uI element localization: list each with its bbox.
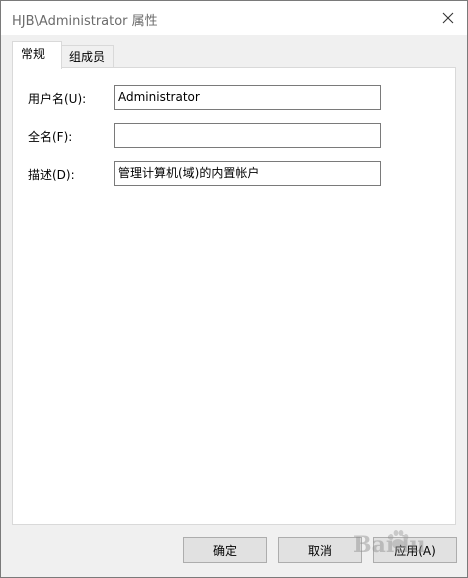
description-row: 描述(D):: [13, 161, 455, 187]
fullname-row: 全名(F):: [13, 123, 455, 149]
description-field[interactable]: [114, 161, 381, 186]
window-title: HJB\Administrator 属性: [12, 14, 158, 29]
apply-button[interactable]: 应用(A): [373, 537, 457, 563]
cancel-button[interactable]: 取消: [278, 537, 362, 563]
title-bar[interactable]: HJB\Administrator 属性: [1, 1, 467, 35]
tab-general[interactable]: 常规: [12, 41, 62, 69]
username-label: 用户名(U):: [28, 92, 87, 106]
close-button[interactable]: [435, 6, 461, 30]
tab-member-of[interactable]: 组成员: [60, 45, 114, 68]
close-icon: [442, 12, 454, 24]
description-label: 描述(D):: [28, 168, 75, 182]
fullname-field[interactable]: [114, 123, 381, 148]
username-row: 用户名(U):: [13, 85, 455, 111]
properties-dialog: HJB\Administrator 属性 常规 组成员 用户名(U): 全名(F…: [0, 0, 468, 578]
ok-button[interactable]: 确定: [183, 537, 267, 563]
tab-panel-general: 用户名(U): 全名(F): 描述(D):: [12, 67, 456, 525]
username-field[interactable]: [114, 85, 381, 110]
fullname-label: 全名(F):: [28, 130, 73, 144]
